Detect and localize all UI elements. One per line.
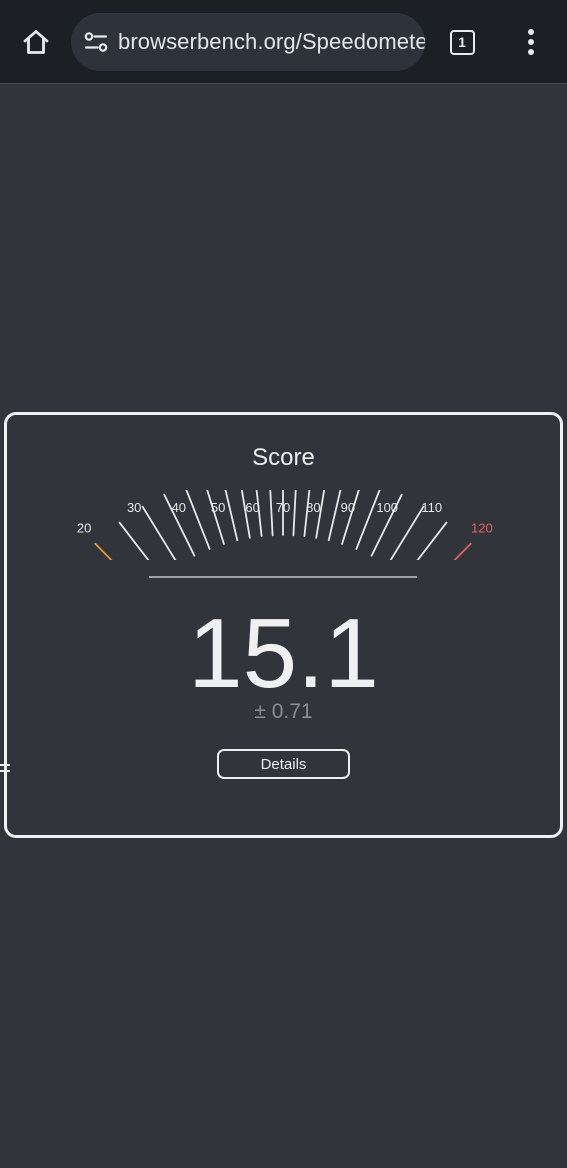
url-text[interactable]: browserbench.org/Speedometer3.0/ [118,13,425,71]
tab-switcher-icon: 1 [449,29,475,55]
tab-switcher-button[interactable]: 1 [442,20,482,64]
site-info-icon [84,32,108,52]
gauge-tick [206,490,225,545]
gauge-tick [269,490,274,537]
gauge-label: 90 [341,500,355,515]
gauge-tick [224,490,239,542]
gauge-tick [341,490,360,545]
gauge-tick [355,490,381,550]
gauge-label: 50 [211,500,225,515]
home-icon [23,30,49,54]
card-edge-marker [0,764,10,772]
gauge-label: 80 [306,500,320,515]
gauge-label: 120 [471,520,493,535]
score-title: Score [252,444,315,471]
gauge-divider [149,576,417,578]
score-gauge: 0102030405060708090100110120130140 [77,490,493,560]
browser-toolbar: browserbench.org/Speedometer3.0/ 1 [0,0,567,84]
home-button[interactable] [14,20,58,64]
score-margin: ± 0.71 [254,700,313,723]
site-info-button[interactable] [81,27,111,57]
gauge-label: 40 [172,500,186,515]
more-options-button[interactable] [512,20,550,64]
gauge-label: 60 [245,500,259,515]
gauge-label: 30 [127,500,141,515]
gauge-tick [453,542,472,560]
gauge-label: 110 [421,500,442,515]
more-vert-icon [528,29,534,55]
gauge-tick [185,490,211,550]
address-bar[interactable]: browserbench.org/Speedometer3.0/ [71,13,425,71]
details-button[interactable]: Details [217,749,350,779]
gauge-tick [292,490,297,537]
gauge-tick [327,490,342,542]
score-value: 15.1 [188,598,379,708]
gauge-label: 20 [77,520,91,535]
gauge-label: 70 [276,500,290,515]
gauge-tick [94,542,113,560]
gauge-label: 100 [376,500,398,515]
